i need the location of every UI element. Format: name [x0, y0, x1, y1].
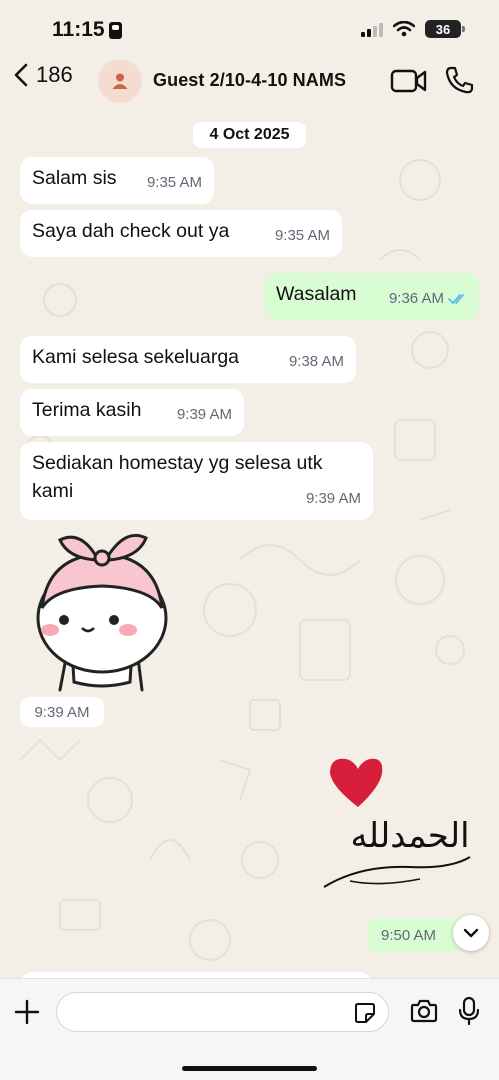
chat-header: 186 Guest 2/10-4-10 NAMS	[0, 56, 499, 106]
heart-alhamdulillah-sticker[interactable]: الحمدلله	[320, 755, 480, 905]
chevron-down-icon	[463, 928, 479, 938]
back-count: 186	[36, 62, 73, 87]
sticker-icon[interactable]	[354, 1002, 376, 1024]
bunny-girl-sticker[interactable]	[30, 530, 174, 694]
message-text: Saya dah check out ya	[32, 220, 230, 242]
message-bubble-in[interactable]: Saya dah check out ya 9:35 AM	[20, 210, 342, 257]
battery-indicator: 36	[425, 20, 465, 38]
camera-icon[interactable]	[410, 999, 438, 1023]
sticker-arabic-text: الحمدلله	[350, 816, 469, 856]
scroll-to-bottom-button[interactable]	[453, 915, 489, 951]
microphone-icon[interactable]	[459, 997, 479, 1025]
message-text: Kami selesa sekeluarga	[32, 346, 240, 368]
sticker-time: 9:39 AM	[20, 697, 104, 727]
status-time: 11:15	[52, 18, 122, 42]
message-time: 9:39 AM	[305, 490, 361, 507]
wifi-icon	[393, 21, 415, 37]
double-check-icon	[448, 294, 464, 305]
message-input[interactable]	[56, 992, 389, 1032]
status-bar: 11:15 36	[0, 0, 499, 56]
home-indicator	[182, 1066, 317, 1071]
id-card-icon	[108, 21, 122, 39]
message-bubble-in[interactable]: Terima kasih 9:39 AM	[20, 389, 244, 436]
message-time: 9:35 AM	[274, 227, 330, 244]
chevron-left-icon	[14, 63, 28, 87]
message-time: 9:39 AM	[176, 406, 232, 423]
message-text: Wasalam	[276, 283, 357, 305]
message-time: 9:38 AM	[288, 353, 344, 370]
message-bubble-in[interactable]: Kami selesa sekeluarga 9:38 AM	[20, 336, 356, 383]
video-camera-icon[interactable]	[390, 68, 428, 94]
contact-name[interactable]: Guest 2/10-4-10 NAMS	[153, 70, 346, 91]
message-bubble-in[interactable]: Sediakan homestay yg selesa utk kami 9:3…	[20, 442, 373, 520]
signal-icon	[361, 22, 383, 37]
back-button[interactable]: 186	[14, 62, 73, 88]
message-text: Sediakan homestay yg selesa utk kami	[32, 452, 323, 502]
message-time: 9:36 AM	[388, 290, 444, 307]
phone-icon[interactable]	[444, 65, 474, 95]
message-bubble-in[interactable]: Salam sis 9:35 AM	[20, 157, 214, 204]
plus-icon[interactable]	[14, 999, 40, 1025]
date-separator: 4 Oct 2025	[193, 122, 306, 148]
message-time: 9:35 AM	[146, 174, 202, 191]
message-bubble-out[interactable]: Wasalam 9:36 AM	[264, 273, 479, 320]
composer-bar	[0, 978, 499, 1080]
message-text: Salam sis	[32, 167, 117, 189]
message-text: Terima kasih	[32, 399, 142, 421]
avatar[interactable]	[98, 59, 142, 103]
sticker-time: 9:50 AM	[368, 918, 466, 952]
person-icon	[112, 73, 128, 89]
